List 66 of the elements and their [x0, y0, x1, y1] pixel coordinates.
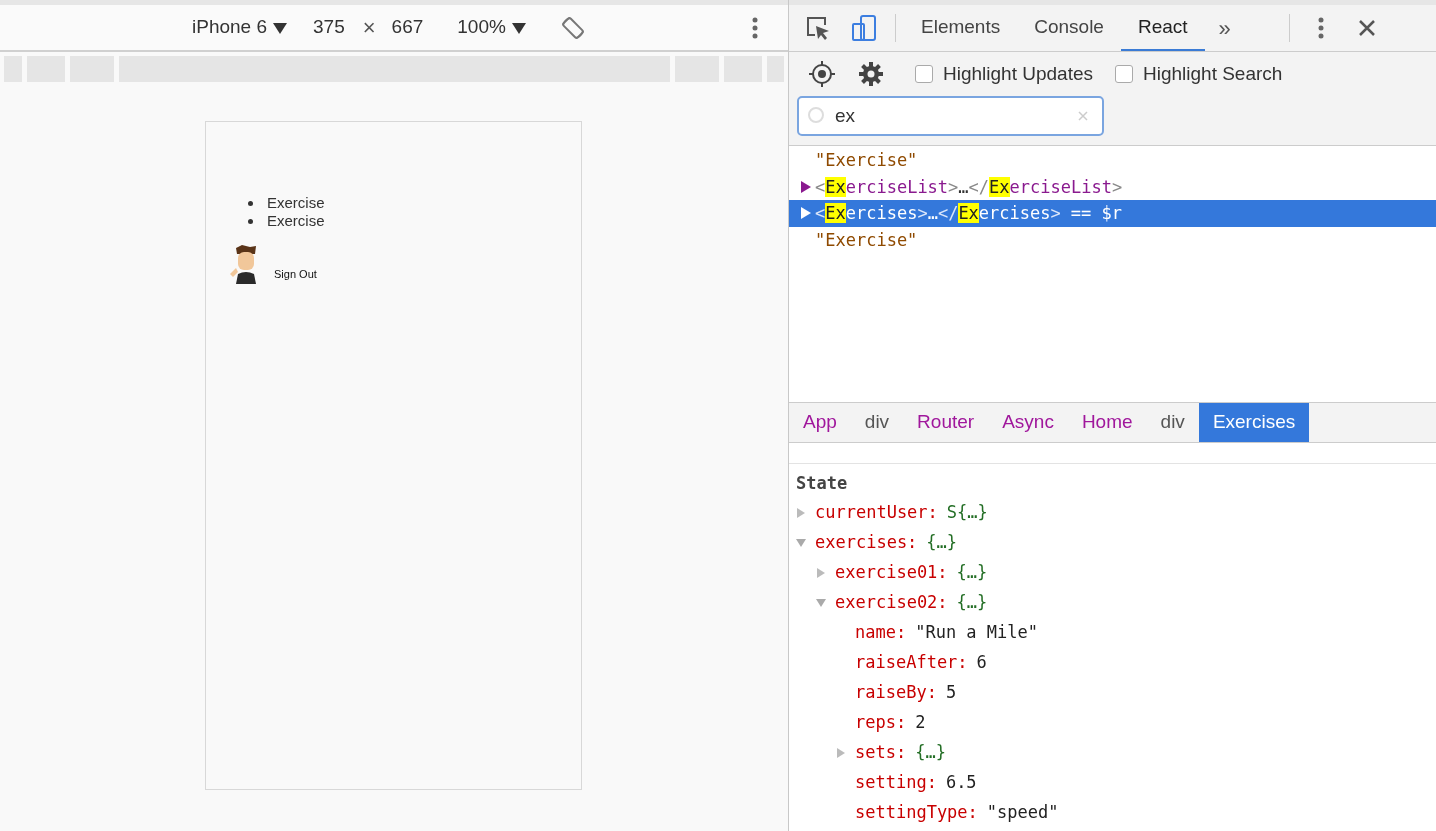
text-node[interactable]: "Exercise" — [815, 226, 918, 253]
state-value: 5 — [945, 681, 957, 705]
breadcrumb-item[interactable]: div — [850, 403, 904, 442]
state-value: S{…} — [946, 501, 988, 525]
element-node[interactable]: <ExerciseList>…</ExerciseList> — [815, 173, 1123, 200]
state-value: 6.5 — [945, 771, 977, 795]
list-item: Exercise — [267, 210, 325, 231]
devtools-tab[interactable]: Console — [1017, 5, 1121, 51]
checkbox-label: Highlight Search — [1143, 61, 1283, 86]
state-key: currentUser: — [815, 500, 938, 526]
disclosure-triangle-icon[interactable] — [800, 206, 812, 221]
state-key: name: — [855, 620, 907, 646]
bullet-icon — [248, 218, 253, 224]
state-key: raiseAfter: — [855, 650, 968, 676]
list-item: Exercise — [267, 192, 325, 213]
console-reference: == $r — [1070, 202, 1122, 225]
breadcrumb-item[interactable]: Exercises — [1198, 403, 1310, 442]
state-key: exercise02: — [835, 590, 948, 616]
breadcrumb-item[interactable]: App — [789, 403, 851, 442]
checkbox[interactable] — [1115, 65, 1133, 83]
state-key: exercises: — [815, 530, 918, 556]
state-value: "Run a Mile" — [915, 621, 1038, 645]
target-icon[interactable] — [809, 61, 835, 87]
breadcrumb-item[interactable]: Async — [988, 403, 1068, 442]
search-field[interactable]: ex — [797, 96, 1104, 136]
inspect-icon[interactable] — [805, 15, 831, 41]
bullet-icon — [248, 200, 253, 206]
state-key: sets: — [855, 740, 907, 766]
caret-icon — [273, 21, 287, 34]
state-key: raiseBy: — [855, 680, 937, 706]
device-toolbar-icon[interactable] — [851, 14, 877, 42]
checkbox-label: Highlight Updates — [943, 61, 1093, 86]
text-node[interactable]: "Exercise" — [815, 147, 918, 174]
more-options-icon[interactable] — [752, 16, 758, 39]
state-value: {…} — [956, 561, 988, 585]
state-value: {…} — [915, 741, 946, 765]
disclosure-triangle-icon[interactable] — [800, 179, 812, 194]
device-dropdown[interactable]: iPhone 6 — [192, 13, 287, 42]
devtools-tab[interactable]: Elements — [904, 5, 1018, 51]
state-key: setting: — [855, 770, 937, 796]
close-icon[interactable] — [1357, 19, 1376, 37]
more-tabs-button[interactable]: » — [1204, 5, 1245, 51]
caret-icon — [511, 21, 526, 34]
settings-icon[interactable] — [858, 61, 884, 87]
element-node[interactable]: <Exercises>…</Exercises> — [815, 200, 1061, 227]
breadcrumb-item[interactable]: Home — [1067, 403, 1147, 442]
search-icon — [807, 106, 827, 126]
width-value[interactable]: 375 — [313, 13, 345, 42]
state-value: {…} — [956, 591, 988, 615]
more-options-icon[interactable] — [1317, 17, 1324, 39]
state-key: exercise01: — [835, 560, 948, 586]
rotate-icon[interactable] — [559, 14, 586, 41]
state-value: 2 — [915, 711, 926, 735]
breadcrumb-item[interactable]: Router — [903, 403, 989, 442]
state-key: settingType: — [855, 800, 978, 826]
breadcrumb-item[interactable]: div — [1146, 403, 1199, 442]
sign-out-link[interactable]: Sign Out — [274, 265, 317, 282]
state-key: reps: — [855, 710, 907, 736]
state-value: {…} — [926, 531, 958, 555]
times-sign: × — [362, 14, 376, 42]
state-heading: State — [795, 472, 849, 496]
checkbox[interactable] — [915, 65, 933, 83]
state-value: "speed" — [986, 801, 1059, 825]
zoom-dropdown[interactable]: 100% — [457, 13, 526, 42]
height-value[interactable]: 667 — [391, 13, 424, 42]
state-value: 6 — [976, 651, 987, 675]
